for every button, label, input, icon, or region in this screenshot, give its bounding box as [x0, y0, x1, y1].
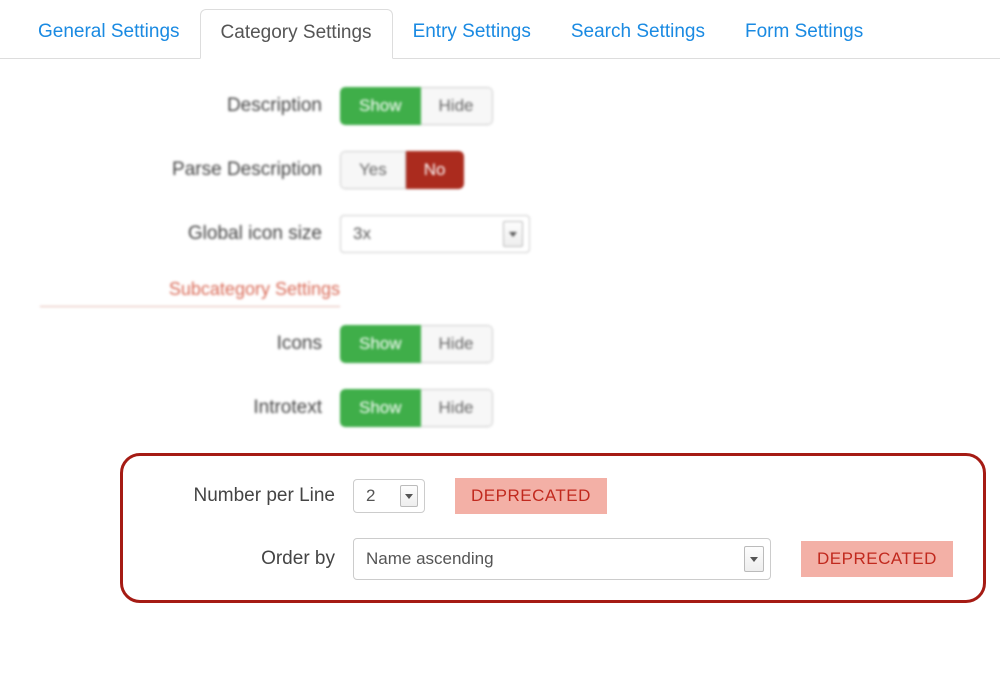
select-global-icon-size[interactable]: 3x	[340, 215, 530, 253]
tab-entry-settings[interactable]: Entry Settings	[393, 9, 551, 59]
toggle-description-hide[interactable]: Hide	[421, 87, 493, 125]
tab-search-settings[interactable]: Search Settings	[551, 9, 725, 59]
row-number-per-line: Number per Line 2 DEPRECATED	[133, 478, 973, 514]
deprecated-settings-box: Number per Line 2 DEPRECATED Order by Na…	[120, 453, 986, 603]
toggle-icons[interactable]: Show Hide	[340, 325, 493, 363]
toggle-description[interactable]: Show Hide	[340, 87, 493, 125]
toggle-icons-show[interactable]: Show	[340, 325, 421, 363]
toggle-icons-hide[interactable]: Hide	[421, 325, 493, 363]
toggle-description-show[interactable]: Show	[340, 87, 421, 125]
toggle-parse-description-no[interactable]: No	[406, 151, 465, 189]
tab-category-settings[interactable]: Category Settings	[200, 9, 393, 59]
label-parse-description: Parse Description	[0, 159, 340, 181]
row-global-icon-size: Global icon size 3x	[0, 215, 1000, 253]
label-order-by: Order by	[133, 548, 353, 570]
label-global-icon-size: Global icon size	[0, 223, 340, 245]
row-icons: Icons Show Hide	[0, 325, 1000, 363]
select-number-per-line[interactable]: 2	[353, 479, 425, 513]
select-order-by-value: Name ascending	[366, 549, 494, 569]
chevron-down-icon	[503, 221, 523, 247]
toggle-introtext-hide[interactable]: Hide	[421, 389, 493, 427]
select-order-by[interactable]: Name ascending	[353, 538, 771, 580]
row-parse-description: Parse Description Yes No	[0, 151, 1000, 189]
tab-form-settings[interactable]: Form Settings	[725, 9, 883, 59]
row-introtext: Introtext Show Hide	[0, 389, 1000, 427]
toggle-introtext[interactable]: Show Hide	[340, 389, 493, 427]
label-icons: Icons	[0, 333, 340, 355]
select-number-per-line-value: 2	[366, 486, 375, 506]
section-heading-subcategory: Subcategory Settings	[40, 279, 340, 307]
badge-deprecated: DEPRECATED	[455, 478, 607, 514]
chevron-down-icon	[744, 546, 764, 572]
chevron-down-icon	[400, 485, 418, 507]
label-introtext: Introtext	[0, 397, 340, 419]
row-order-by: Order by Name ascending DEPRECATED	[133, 538, 973, 580]
category-settings-panel: Description Show Hide Parse Description …	[0, 59, 1000, 603]
toggle-parse-description-yes[interactable]: Yes	[340, 151, 406, 189]
toggle-parse-description[interactable]: Yes No	[340, 151, 464, 189]
toggle-introtext-show[interactable]: Show	[340, 389, 421, 427]
settings-tabs: General Settings Category Settings Entry…	[0, 8, 1000, 59]
badge-deprecated: DEPRECATED	[801, 541, 953, 577]
row-description: Description Show Hide	[0, 87, 1000, 125]
label-number-per-line: Number per Line	[133, 485, 353, 507]
select-global-icon-size-value: 3x	[353, 224, 371, 244]
tab-general-settings[interactable]: General Settings	[18, 9, 200, 59]
label-description: Description	[0, 95, 340, 117]
